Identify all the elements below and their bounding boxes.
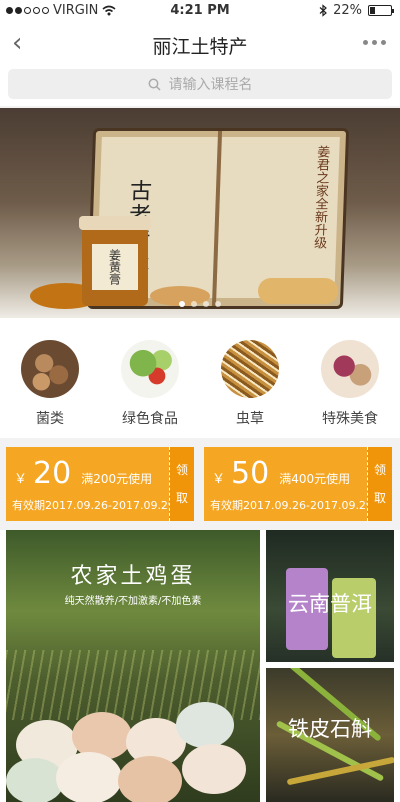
currency-symbol: ￥ xyxy=(212,472,226,487)
pagination-dot[interactable] xyxy=(203,301,209,307)
currency-symbol: ￥ xyxy=(14,472,28,487)
claim-label-top: 领 xyxy=(373,463,386,477)
search-bar: 请输入课程名 xyxy=(0,66,400,106)
egg-image xyxy=(118,756,182,802)
more-options-icon[interactable] xyxy=(363,40,386,45)
claim-coupon-button[interactable]: 领 取 xyxy=(169,447,194,521)
feature-title: 铁皮石斛 xyxy=(288,717,372,741)
category-cordyceps[interactable]: 虫草 xyxy=(205,318,295,438)
search-placeholder: 请输入课程名 xyxy=(168,77,253,93)
coupon-amount: 50 xyxy=(231,456,270,491)
search-input[interactable]: 请输入课程名 xyxy=(8,69,392,99)
jar-label: 姜黄膏 xyxy=(92,244,138,290)
banner-pagination xyxy=(0,301,400,307)
claim-label-bottom: 取 xyxy=(373,491,386,505)
status-bar: VIRGIN 4:21 PM 22% xyxy=(0,0,400,22)
category-label: 绿色食品 xyxy=(122,411,178,427)
feature-subtitle: 纯天然散养/不加激素/不加色素 xyxy=(64,596,202,607)
snack-icon xyxy=(321,340,379,398)
feature-title: 农家土鸡蛋 xyxy=(70,564,196,589)
category-green-food[interactable]: 绿色食品 xyxy=(105,318,195,438)
pagination-dot[interactable] xyxy=(179,301,185,307)
category-special-food[interactable]: 特殊美食 xyxy=(305,318,395,438)
coupon-validity: 有效期2017.09.26-2017.09.29 xyxy=(210,499,373,512)
claim-label-top: 领 xyxy=(175,463,188,477)
stem-image xyxy=(286,756,394,786)
egg-image xyxy=(182,744,246,794)
feature-puer-tea[interactable]: 云南普洱 xyxy=(266,530,394,662)
battery-percent: 22% xyxy=(333,3,362,18)
pagination-dot[interactable] xyxy=(215,301,221,307)
coupon-condition: 满200元使用 xyxy=(81,472,153,486)
feature-title: 云南普洱 xyxy=(288,592,372,616)
coupon-condition: 满400元使用 xyxy=(279,472,351,486)
nav-bar: ‹ 丽江土特产 xyxy=(0,22,400,66)
system-indicators: 22% xyxy=(319,3,394,18)
egg-image xyxy=(56,752,122,802)
vegetable-icon xyxy=(121,340,179,398)
mushroom-icon xyxy=(21,340,79,398)
jar-image: 姜黄膏 xyxy=(79,216,151,306)
page-title: 丽江土特产 xyxy=(152,36,248,58)
coupon-section: ￥ 20 满200元使用 有效期2017.09.26-2017.09.29 领 … xyxy=(0,440,400,530)
coupon-validity: 有效期2017.09.26-2017.09.29 xyxy=(12,499,175,512)
pagination-dot[interactable] xyxy=(191,301,197,307)
claim-label-bottom: 取 xyxy=(175,491,188,505)
cordyceps-icon xyxy=(221,340,279,398)
egg-image xyxy=(176,702,234,748)
search-icon xyxy=(148,78,161,91)
bluetooth-icon xyxy=(319,4,328,17)
featured-products: 农家土鸡蛋 纯天然散养/不加激素/不加色素 云南普洱 铁皮石斛 xyxy=(0,530,400,802)
category-label: 虫草 xyxy=(236,411,264,427)
feature-eggs[interactable]: 农家土鸡蛋 纯天然散养/不加激素/不加色素 xyxy=(6,530,260,802)
category-row: 菌类 绿色食品 虫草 特殊美食 xyxy=(0,318,400,438)
battery-icon xyxy=(368,5,394,16)
category-mushrooms[interactable]: 菌类 xyxy=(5,318,95,438)
coupon-card[interactable]: ￥ 20 满200元使用 有效期2017.09.26-2017.09.29 领 … xyxy=(6,447,194,521)
coupon-card[interactable]: ￥ 50 满400元使用 有效期2017.09.26-2017.09.29 领 … xyxy=(204,447,392,521)
category-label: 菌类 xyxy=(36,411,64,427)
feature-dendrobium[interactable]: 铁皮石斛 xyxy=(266,668,394,802)
coupon-amount: 20 xyxy=(33,456,72,491)
claim-coupon-button[interactable]: 领 取 xyxy=(367,447,392,521)
category-label: 特殊美食 xyxy=(322,411,378,427)
promo-banner[interactable]: 古老传承 姜君之家全新升级 姜黄膏 xyxy=(0,108,400,318)
